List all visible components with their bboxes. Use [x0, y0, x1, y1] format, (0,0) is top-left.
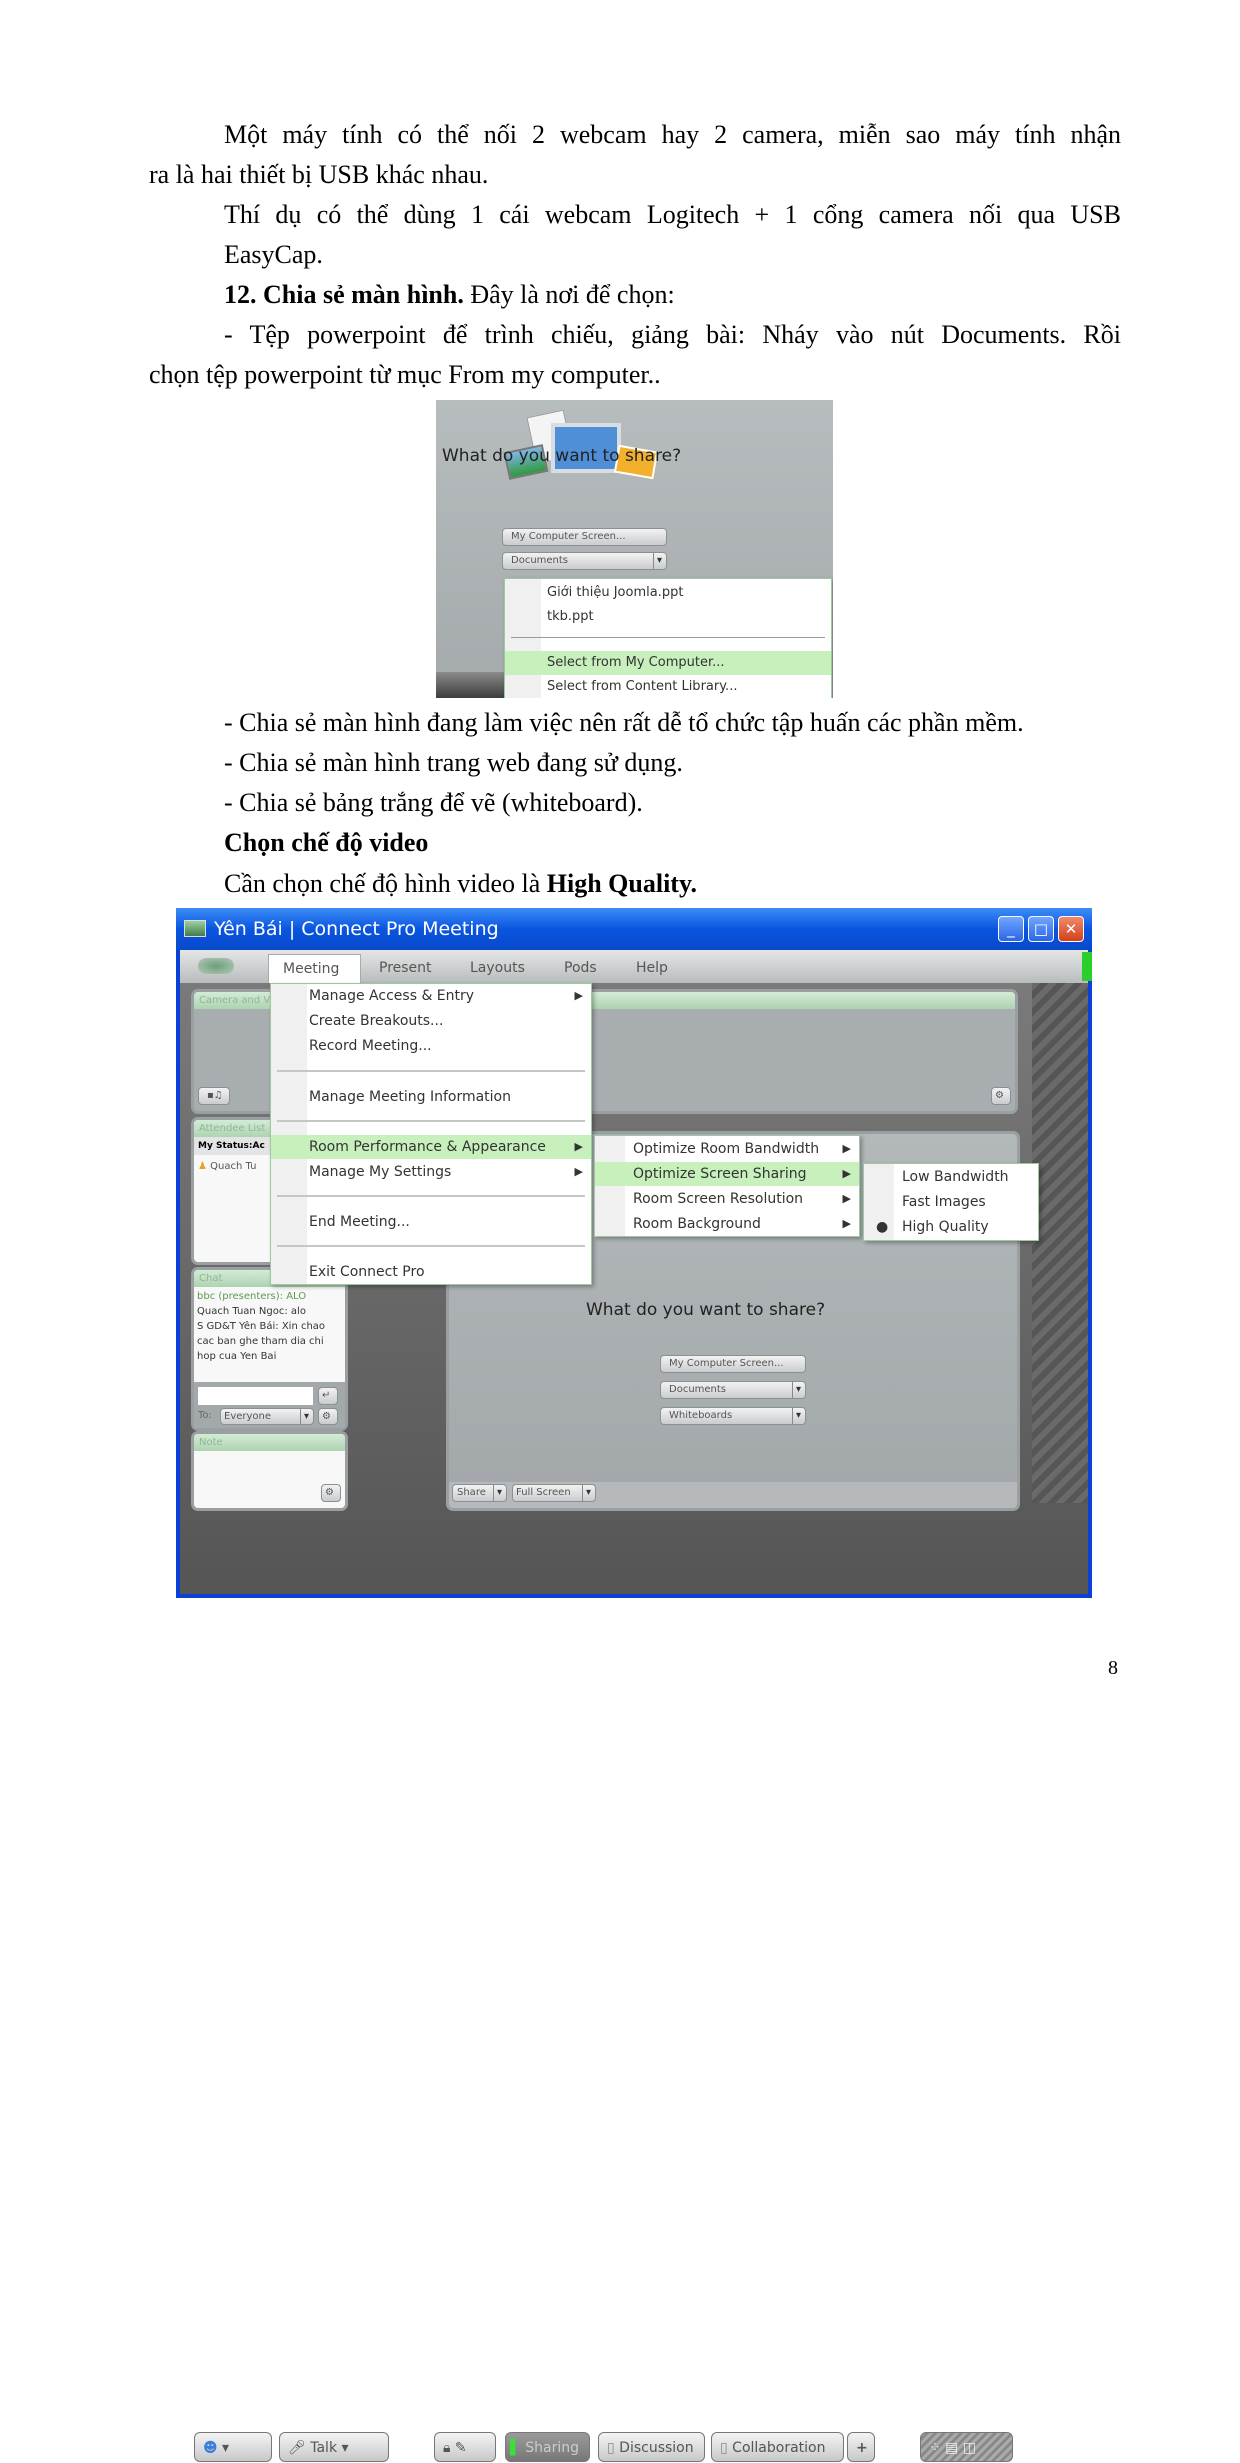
video-paragraph: Cần chọn chế độ hình video là High Quali…	[224, 864, 697, 904]
paragraph-line: Một máy tính có thể nối 2 webcam hay 2 c…	[224, 120, 1121, 149]
screen-sharing-submenu: Low Bandwidth Fast Images ● High Quality	[863, 1163, 1039, 1241]
app-icon	[184, 920, 206, 937]
full-screen-button[interactable]: Full Screen	[512, 1484, 596, 1502]
note-pod: Note ⚙	[194, 1434, 345, 1508]
selected-bullet-icon: ●	[876, 1219, 889, 1235]
menu-layouts[interactable]: Layouts	[470, 954, 525, 983]
menu-item-optimize-room-bandwidth[interactable]: Optimize Room Bandwidth ▶	[595, 1137, 859, 1161]
menu-item-joomla-ppt[interactable]: Giới thiệu Joomla.ppt	[505, 581, 831, 605]
minimize-button[interactable]: _	[998, 916, 1024, 942]
camera-mic-button[interactable]: ▪♫	[198, 1087, 230, 1105]
menu-item-end-meeting[interactable]: End Meeting...	[271, 1210, 591, 1234]
to-label: To:	[198, 1410, 212, 1421]
menu-item-select-from-my-computer[interactable]: Select from My Computer...	[505, 651, 831, 675]
menu-item-manage-meeting-info[interactable]: Manage Meeting Information	[271, 1085, 591, 1109]
close-button[interactable]: ✕	[1058, 916, 1084, 942]
add-layout-button[interactable]: +	[847, 2432, 875, 2462]
paragraph-line: ra là hai thiết bị USB khác nhau.	[149, 160, 489, 189]
menu-item-select-from-content-library[interactable]: Select from Content Library...	[505, 675, 831, 698]
menu-pods[interactable]: Pods	[564, 954, 597, 983]
section-heading: 12. Chia sẻ màn hình. Đây là nơi để chọn…	[224, 275, 675, 315]
window-titlebar: Yên Bái | Connect Pro Meeting _ □ ✕	[176, 908, 1092, 950]
documents-dropdown[interactable]: Documents	[660, 1381, 806, 1399]
menu-item-optimize-screen-sharing[interactable]: Optimize Screen Sharing ▶	[595, 1162, 859, 1186]
menu-item-low-bandwidth[interactable]: Low Bandwidth	[864, 1165, 1038, 1189]
meeting-menu: Manage Access & Entry ▶ Create Breakouts.…	[270, 983, 592, 1285]
recipient-dropdown[interactable]: Everyone	[220, 1408, 314, 1425]
menu-item-high-quality[interactable]: ● High Quality	[864, 1215, 1038, 1239]
menu-item-exit-connect-pro[interactable]: Exit Connect Pro	[271, 1260, 591, 1284]
share-question: What do you want to share?	[442, 446, 682, 466]
share-question: What do you want to share?	[586, 1300, 826, 1320]
bullet-line: - Chia sẻ bảng trắng để vẽ (whiteboard).	[224, 788, 643, 817]
send-button[interactable]: ↵	[318, 1387, 338, 1405]
menu-bar: Meeting Present Layouts Pods Help	[180, 950, 1092, 983]
menu-item-manage-my-settings[interactable]: Manage My Settings ▶	[271, 1160, 591, 1184]
menu-meeting[interactable]: Meeting	[268, 954, 361, 983]
menu-item-manage-access[interactable]: Manage Access & Entry ▶	[271, 984, 591, 1008]
layout-tab-collaboration[interactable]: ▯ Collaboration	[711, 2432, 844, 2462]
my-computer-screen-button[interactable]: My Computer Screen...	[660, 1355, 806, 1373]
my-computer-screen-button[interactable]: My Computer Screen...	[502, 528, 667, 546]
layout-tab-discussion[interactable]: ▯ Discussion	[598, 2432, 705, 2462]
lock-icon: 🔒︎	[443, 2440, 451, 2456]
bullet-line: - Chia sẻ màn hình đang làm việc nên rất…	[224, 708, 1024, 737]
lock-buttons[interactable]: 🔒︎ ✎	[434, 2432, 496, 2462]
user-status-icon: ☻	[203, 2440, 218, 2456]
whiteboards-dropdown[interactable]: Whiteboards	[660, 1407, 806, 1425]
bullet-line: - Tệp powerpoint để trình chiếu, giảng b…	[224, 320, 1121, 349]
note-gear-icon[interactable]: ⚙	[321, 1484, 341, 1502]
my-status[interactable]: My Status:Ac	[194, 1137, 274, 1155]
view-mode-buttons[interactable]: ⁘ ▤ ◫	[920, 2432, 1013, 2462]
documents-menu: Giới thiệu Joomla.ppt tkb.ppt Select fro…	[504, 578, 832, 698]
video-heading: Chọn chế độ video	[224, 828, 429, 857]
page-number: 8	[1108, 1657, 1118, 1679]
chat-pod: Chat bbc (presenters): ALO Quach Tuan Ng…	[194, 1270, 345, 1428]
menu-item-room-background[interactable]: Room Background ▶	[595, 1212, 859, 1236]
paragraph-line: Thí dụ có thể dùng 1 cái webcam Logitech…	[224, 200, 1121, 229]
video-text: Cần chọn chế độ hình video là	[224, 869, 547, 898]
heading-bold: 12. Chia sẻ màn hình.	[224, 280, 464, 309]
menu-item-record-meeting[interactable]: Record Meeting...	[271, 1034, 591, 1058]
paragraph-line: EasyCap.	[224, 240, 323, 269]
menu-help[interactable]: Help	[636, 954, 668, 983]
chat-gear-icon[interactable]: ⚙	[318, 1408, 338, 1425]
chat-input[interactable]	[198, 1387, 313, 1405]
share-button[interactable]: Share	[452, 1484, 507, 1502]
attendee-pod: Attendee List My Status:Ac ♟ Quach Tu	[194, 1120, 274, 1262]
talk-button[interactable]: 🎤︎ Talk ▾	[279, 2432, 389, 2462]
heading-rest: Đây là nơi để chọn:	[463, 280, 675, 309]
video-bold: High Quality.	[546, 869, 698, 898]
layout-tab-sharing[interactable]: ▌ Sharing	[505, 2432, 590, 2462]
microphone-icon: 🎤︎	[288, 2440, 306, 2456]
window-title: Yên Bái | Connect Pro Meeting	[214, 918, 499, 940]
documents-dropdown[interactable]: Documents	[502, 552, 667, 570]
bullet-line: - Chia sẻ màn hình trang web đang sử dụn…	[224, 748, 683, 777]
chat-messages: bbc (presenters): ALO Quach Tuan Ngoc: a…	[197, 1291, 326, 1362]
menu-item-tkb-ppt[interactable]: tkb.ppt	[505, 605, 831, 629]
menu-item-room-screen-resolution[interactable]: Room Screen Resolution ▶	[595, 1187, 859, 1211]
attendee-row[interactable]: ♟ Quach Tu	[194, 1155, 274, 1178]
menu-item-create-breakouts[interactable]: Create Breakouts...	[271, 1009, 591, 1033]
pod-options-gear-icon[interactable]: ⚙	[991, 1087, 1011, 1105]
menu-item-room-performance[interactable]: Room Performance & Appearance ▶	[271, 1135, 591, 1159]
share-dialog-screenshot: What do you want to share? My Computer S…	[436, 400, 833, 698]
menu-present[interactable]: Present	[379, 954, 432, 983]
room-performance-submenu: Optimize Room Bandwidth ▶ Optimize Screen…	[594, 1135, 860, 1237]
menu-item-fast-images[interactable]: Fast Images	[864, 1190, 1038, 1214]
connect-logo-icon	[198, 958, 234, 974]
user-icon: ♟	[198, 1161, 207, 1172]
connection-indicator	[1082, 952, 1092, 981]
maximize-button[interactable]: □	[1028, 916, 1054, 942]
hatched-scroll-area	[1032, 983, 1088, 1503]
bullet-line: chọn tệp powerpoint từ mục From my compu…	[149, 360, 661, 389]
user-status-button[interactable]: ☻ ▾	[194, 2432, 272, 2462]
